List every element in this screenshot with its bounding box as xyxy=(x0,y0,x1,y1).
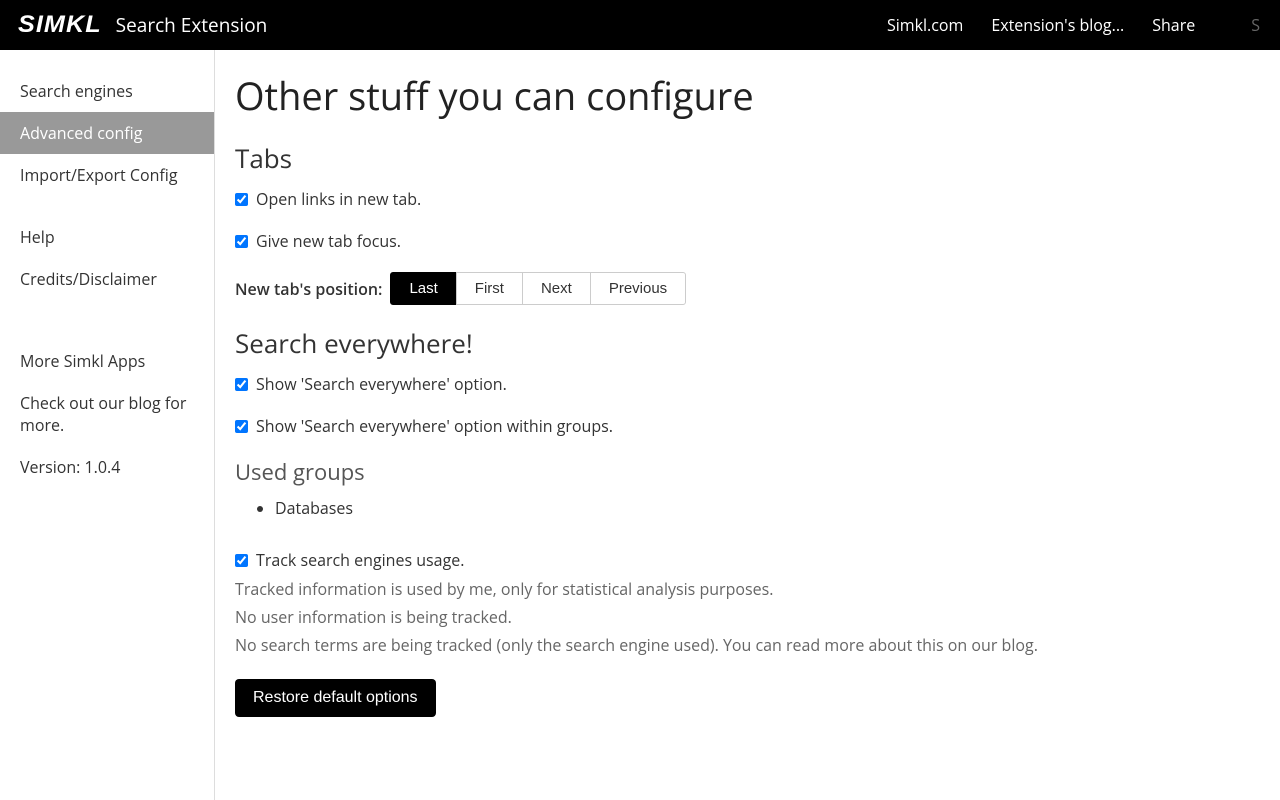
focus-new-tab-checkbox[interactable] xyxy=(235,235,248,248)
show-search-everywhere-checkbox[interactable] xyxy=(235,378,248,391)
track-info-3: No search terms are being tracked (only … xyxy=(235,633,1135,657)
used-groups-list: Databases xyxy=(235,497,1205,519)
page-title: Other stuff you can configure xyxy=(235,70,1205,122)
tab-position-label: New tab's position: xyxy=(235,278,382,300)
link-simkl[interactable]: Simkl.com xyxy=(887,14,963,36)
open-new-tab-checkbox[interactable] xyxy=(235,193,248,206)
show-search-groups-row[interactable]: Show 'Search everywhere' option within g… xyxy=(235,415,1205,437)
link-share[interactable]: Share xyxy=(1152,14,1195,36)
sidebar-item-advanced-config[interactable]: Advanced config xyxy=(0,112,214,154)
track-usage-label: Track search engines usage. xyxy=(256,549,464,571)
sidebar-item-help[interactable]: Help xyxy=(0,216,214,258)
tab-position-last[interactable]: Last xyxy=(390,272,456,305)
sidebar-blog-prompt[interactable]: Check out our blog for more. xyxy=(0,382,214,446)
app-header: SIMKL Search Extension Simkl.com Extensi… xyxy=(0,0,1280,50)
tab-position-previous[interactable]: Previous xyxy=(590,272,686,305)
tab-position-next[interactable]: Next xyxy=(522,272,591,305)
search-everywhere-heading: Search everywhere! xyxy=(235,325,1205,361)
show-search-everywhere-label: Show 'Search everywhere' option. xyxy=(256,373,507,395)
sidebar-item-import-export[interactable]: Import/Export Config xyxy=(0,154,214,196)
focus-new-tab-row[interactable]: Give new tab focus. xyxy=(235,230,1205,252)
used-group-item: Databases xyxy=(275,497,1205,519)
sidebar-item-search-engines[interactable]: Search engines xyxy=(0,70,214,112)
main-content: Other stuff you can configure Tabs Open … xyxy=(215,50,1280,800)
restore-defaults-button[interactable]: Restore default options xyxy=(235,679,436,717)
show-search-groups-label: Show 'Search everywhere' option within g… xyxy=(256,415,613,437)
used-groups-heading: Used groups xyxy=(235,457,1205,487)
open-new-tab-label: Open links in new tab. xyxy=(256,188,421,210)
focus-new-tab-label: Give new tab focus. xyxy=(256,230,401,252)
tab-position-row: New tab's position: Last First Next Prev… xyxy=(235,272,1205,305)
show-search-groups-checkbox[interactable] xyxy=(235,420,248,433)
sidebar-item-credits[interactable]: Credits/Disclaimer xyxy=(0,258,214,300)
sidebar: Search engines Advanced config Import/Ex… xyxy=(0,50,215,800)
header-title: Search Extension xyxy=(116,12,268,38)
track-info-1: Tracked information is used by me, only … xyxy=(235,577,1135,601)
header-trailing: S xyxy=(1251,14,1260,36)
sidebar-more-apps[interactable]: More Simkl Apps xyxy=(0,340,214,382)
blog-link[interactable]: our blog xyxy=(971,634,1033,656)
track-info-2: No user information is being tracked. xyxy=(235,605,1135,629)
track-usage-checkbox[interactable] xyxy=(235,554,248,567)
track-usage-row[interactable]: Track search engines usage. xyxy=(235,549,1205,571)
link-blog[interactable]: Extension's blog... xyxy=(991,14,1124,36)
tab-position-first[interactable]: First xyxy=(456,272,523,305)
logo[interactable]: SIMKL xyxy=(18,11,102,39)
sidebar-version: Version: 1.0.4 xyxy=(0,446,214,488)
open-new-tab-row[interactable]: Open links in new tab. xyxy=(235,188,1205,210)
header-links: Simkl.com Extension's blog... Share S xyxy=(887,14,1260,36)
show-search-everywhere-row[interactable]: Show 'Search everywhere' option. xyxy=(235,373,1205,395)
tabs-heading: Tabs xyxy=(235,140,1205,176)
tab-position-buttons: Last First Next Previous xyxy=(390,272,686,305)
